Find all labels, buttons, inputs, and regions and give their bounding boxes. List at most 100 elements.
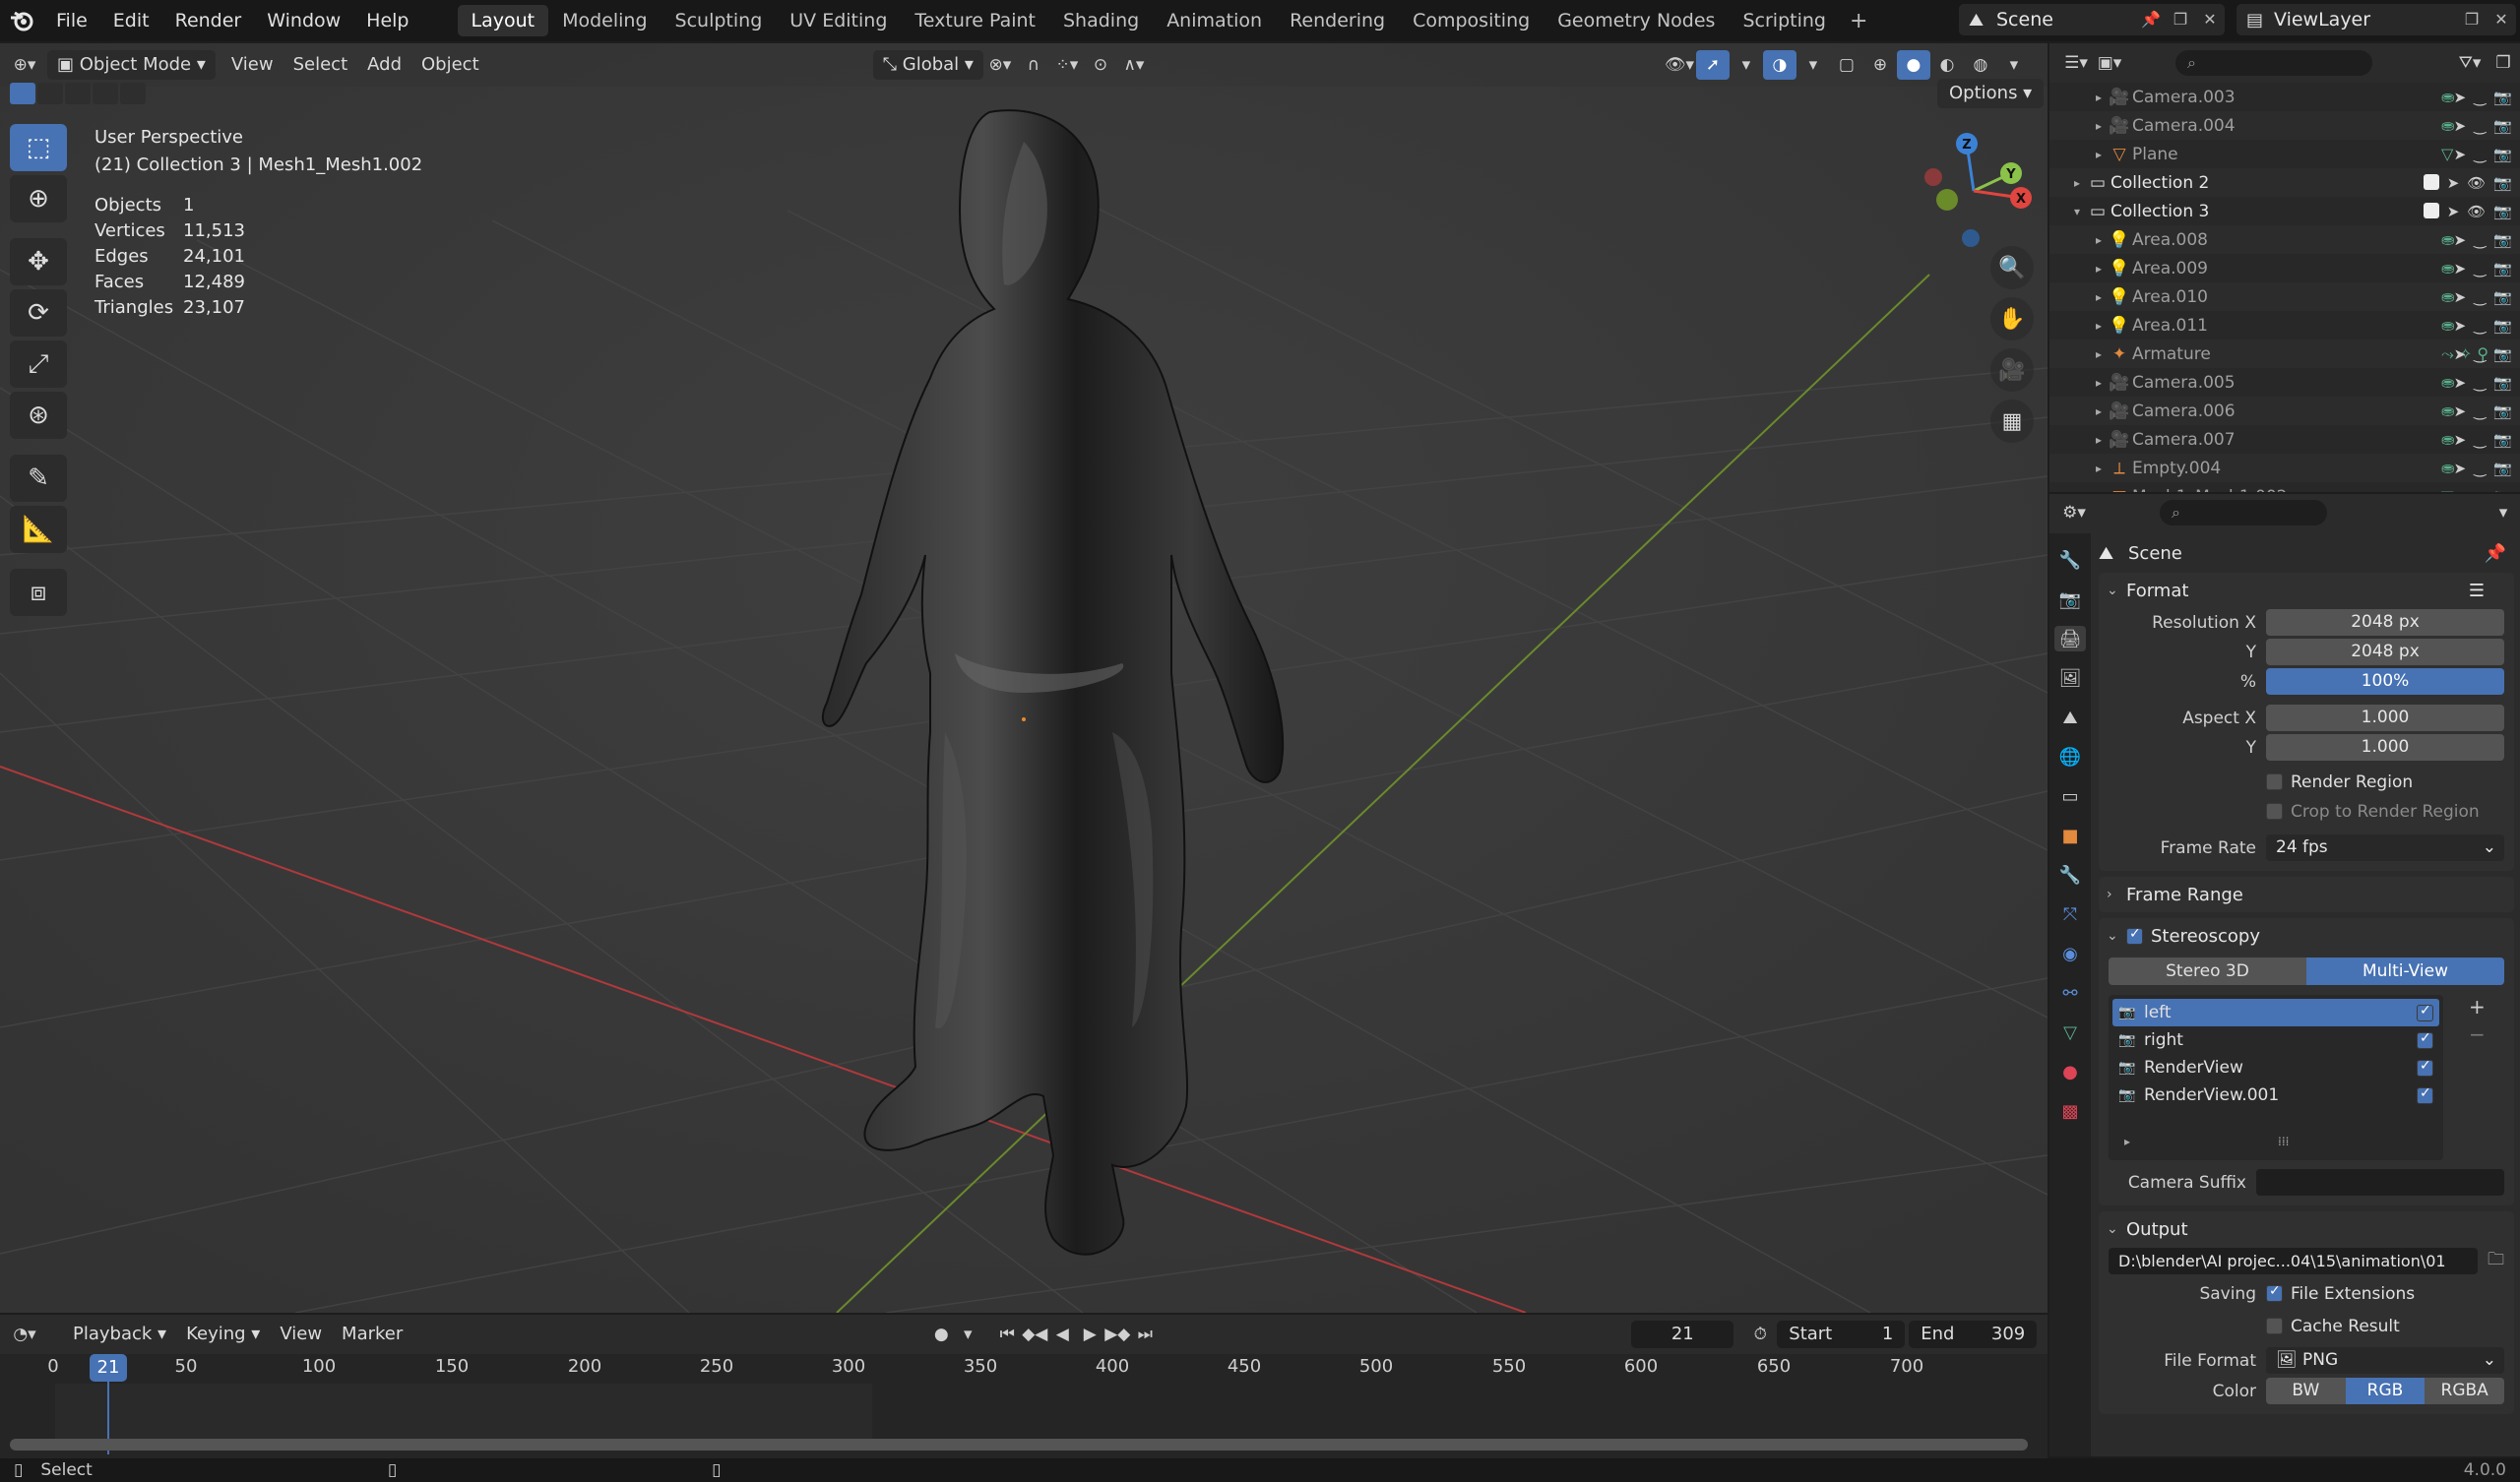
eye-closed-icon[interactable]: ‿ <box>2474 402 2486 420</box>
output-tab-icon[interactable]: 🖨 <box>2054 626 2086 651</box>
menu-keying[interactable]: Keying ▾ <box>176 1320 270 1349</box>
aspect-y-field[interactable]: 1.000 <box>2266 734 2504 761</box>
stereo-3d-button[interactable]: Stereo 3D <box>2109 957 2306 985</box>
chevron-right-icon[interactable]: ▸ <box>2091 290 2107 304</box>
selectable-arrow-icon[interactable]: ➤ <box>2454 146 2467 163</box>
stopwatch-icon[interactable]: ⏱ <box>1743 1320 1777 1349</box>
tab-modeling[interactable]: Modeling <box>548 5 661 36</box>
overlay-toggle-icon[interactable]: ◑ <box>1762 50 1796 80</box>
selectable-arrow-icon[interactable]: ➤ <box>2454 488 2467 493</box>
outliner-row[interactable]: ▸▽Mesh1_Mesh1.002▽➤‿📷 <box>2049 482 2520 493</box>
pivot-icon[interactable]: ⊗▾ <box>983 50 1017 80</box>
outliner-row[interactable]: ▾ ▭ Collection 3 ➤ 👁 📷 <box>2049 197 2520 225</box>
selectable-arrow-icon[interactable]: ➤ <box>2454 89 2467 106</box>
select-invert-icon[interactable] <box>93 83 118 104</box>
pin-icon[interactable]: 📌 <box>2136 5 2166 34</box>
frame-range-panel-header[interactable]: › Frame Range <box>2099 877 2514 912</box>
visibility-icon[interactable]: 👁▾ <box>1663 50 1696 80</box>
menu-select[interactable]: Select <box>284 50 358 80</box>
tab-texture-paint[interactable]: Texture Paint <box>901 5 1049 36</box>
rendered-shading-icon[interactable]: ◍ <box>1964 50 1997 80</box>
chevron-right-icon[interactable]: ▸ <box>2091 462 2107 475</box>
selectable-arrow-icon[interactable]: ➤ <box>2454 117 2467 135</box>
scene-tab-icon[interactable]: ⛰ <box>2054 705 2086 730</box>
outliner-row[interactable]: ▸ 🎥 Camera.004 ⛂ ➤ ‿ 📷 <box>2049 111 2520 140</box>
selectable-arrow-icon[interactable]: ➤ <box>2454 260 2467 278</box>
current-frame-field[interactable]: 21 <box>1631 1321 1734 1348</box>
material-shading-icon[interactable]: ◐ <box>1930 50 1964 80</box>
annotate-tool-icon[interactable]: ✎ <box>10 455 67 502</box>
properties-editor-type-icon[interactable]: ⚙▾ <box>2057 498 2091 527</box>
snap-icon[interactable]: ∩ <box>1017 50 1050 80</box>
resolution-y-field[interactable]: 2048 px <box>2266 639 2504 665</box>
play-reverse-icon[interactable]: ◀ <box>1048 1320 1076 1349</box>
render-camera-icon[interactable]: 📷 <box>2493 231 2512 249</box>
end-frame-field[interactable]: End 309 <box>1909 1321 2038 1348</box>
new-collection-icon[interactable]: ❐ <box>2487 48 2520 78</box>
overlay-dropdown-icon[interactable]: ▾ <box>1796 50 1830 80</box>
outliner-row[interactable]: ▸ ▽ Plane ▽ ➤ ‿ 📷 <box>2049 140 2520 168</box>
play-icon[interactable]: ▶ <box>1076 1320 1103 1349</box>
menu-timeline-view[interactable]: View <box>270 1320 332 1349</box>
render-camera-icon[interactable]: 📷 <box>2493 260 2512 278</box>
eye-closed-icon[interactable]: ‿ <box>2474 260 2486 278</box>
mode-dropdown[interactable]: ▣ Object Mode ▾ <box>47 50 216 80</box>
timeline-ruler[interactable]: 0 50 100 150 200 250 300 350 400 450 500… <box>0 1356 2048 1382</box>
tab-geometry-nodes[interactable]: Geometry Nodes <box>1544 5 1729 36</box>
color-bw-button[interactable]: BW <box>2266 1378 2346 1404</box>
select-extend-icon[interactable] <box>37 83 63 104</box>
stereoscopy-panel-header[interactable]: ⌄ Stereoscopy <box>2099 918 2514 954</box>
outliner-row[interactable]: ▸ 🎥 Camera.006 ⛂ ➤ ‿ 📷 <box>2049 397 2520 425</box>
eye-closed-icon[interactable]: ‿ <box>2474 89 2486 106</box>
aspect-x-field[interactable]: 1.000 <box>2266 705 2504 731</box>
render-camera-icon[interactable]: 📷 <box>2493 288 2512 306</box>
outliner-row[interactable]: ▸ 💡 Area.011 ⛂ ➤ ‿ 📷 <box>2049 311 2520 340</box>
selectable-arrow-icon[interactable]: ➤ <box>2454 231 2467 249</box>
selectable-arrow-icon[interactable]: ➤ <box>2454 288 2467 306</box>
resolution-percent-field[interactable]: 100% <box>2266 668 2504 695</box>
physics-tab-icon[interactable]: ◉ <box>2054 941 2086 966</box>
render-camera-icon[interactable]: 📷 <box>2493 146 2512 163</box>
menu-view[interactable]: View <box>221 50 284 80</box>
playhead-frame[interactable]: 21 <box>90 1354 127 1382</box>
cursor-tool-icon[interactable]: ⊕ <box>10 175 67 222</box>
render-region-checkbox[interactable]: Render Region <box>2266 772 2413 792</box>
render-camera-icon[interactable]: 📷 <box>2493 402 2512 420</box>
chevron-right-icon[interactable]: ▸ <box>2091 376 2107 390</box>
jump-end-icon[interactable]: ⏭ <box>1131 1320 1159 1349</box>
menu-add[interactable]: Add <box>357 50 411 80</box>
render-camera-icon[interactable]: 📷 <box>2493 174 2512 192</box>
list-item[interactable]: 📷 right <box>2112 1026 2439 1054</box>
menu-object[interactable]: Object <box>411 50 489 80</box>
chevron-right-icon[interactable]: ▸ <box>2091 262 2107 276</box>
eye-closed-icon[interactable]: ‿ <box>2474 488 2486 493</box>
selectable-arrow-icon[interactable]: ➤ <box>2454 317 2467 335</box>
list-item[interactable]: 📷 RenderView <box>2112 1054 2439 1081</box>
chevron-right-icon[interactable]: ▸ <box>2091 404 2107 418</box>
transform-orientation-dropdown[interactable]: ⤡ Global ▾ <box>872 50 983 80</box>
resolution-x-field[interactable]: 2048 px <box>2266 609 2504 636</box>
render-camera-icon[interactable]: 📷 <box>2493 317 2512 335</box>
solid-shading-icon[interactable]: ● <box>1896 50 1930 80</box>
snap-target-icon[interactable]: ⁘▾ <box>1050 50 1084 80</box>
chevron-right-icon[interactable]: ▸ <box>2091 233 2107 247</box>
multi-view-button[interactable]: Multi-View <box>2306 957 2504 985</box>
render-camera-icon[interactable]: 📷 <box>2493 460 2512 477</box>
collection-tab-icon[interactable]: ▭ <box>2054 783 2086 809</box>
tab-uv-editing[interactable]: UV Editing <box>776 5 901 36</box>
display-mode-icon[interactable]: ▣▾ <box>2093 48 2126 78</box>
selectable-arrow-icon[interactable]: ➤ <box>2454 374 2467 392</box>
stereoscopy-checkbox[interactable] <box>2126 926 2143 945</box>
falloff-icon[interactable]: ∧▾ <box>1117 50 1151 80</box>
selectable-arrow-icon[interactable]: ➤ <box>2454 402 2467 420</box>
timeline-editor[interactable]: ◔▾ Playback ▾ Keying ▾ View Marker ● ▾ ⏮… <box>0 1315 2048 1458</box>
eye-closed-icon[interactable]: ‿ <box>2474 146 2486 163</box>
outliner-row[interactable]: ▸ 💡 Area.010 ⛂ ➤ ‿ 📷 <box>2049 282 2520 311</box>
render-camera-icon[interactable]: 📷 <box>2493 374 2512 392</box>
outliner-row[interactable]: ▸ 💡 Area.008 ⛂ ➤ ‿ 📷 <box>2049 225 2520 254</box>
menu-marker[interactable]: Marker <box>332 1320 412 1349</box>
texture-tab-icon[interactable]: ▩ <box>2054 1098 2086 1124</box>
tab-sculpting[interactable]: Sculpting <box>662 5 777 36</box>
eye-closed-icon[interactable]: ‿ <box>2474 288 2486 306</box>
properties-editor[interactable]: ⚙▾ ⌕ ▾ 🔧 📷 🖨 🖼 ⛰ 🌐 ▭ ■ 🔧 ⤧ ◉ ⚯ ▽ ● ▩ ⛰ S… <box>2049 494 2520 1456</box>
